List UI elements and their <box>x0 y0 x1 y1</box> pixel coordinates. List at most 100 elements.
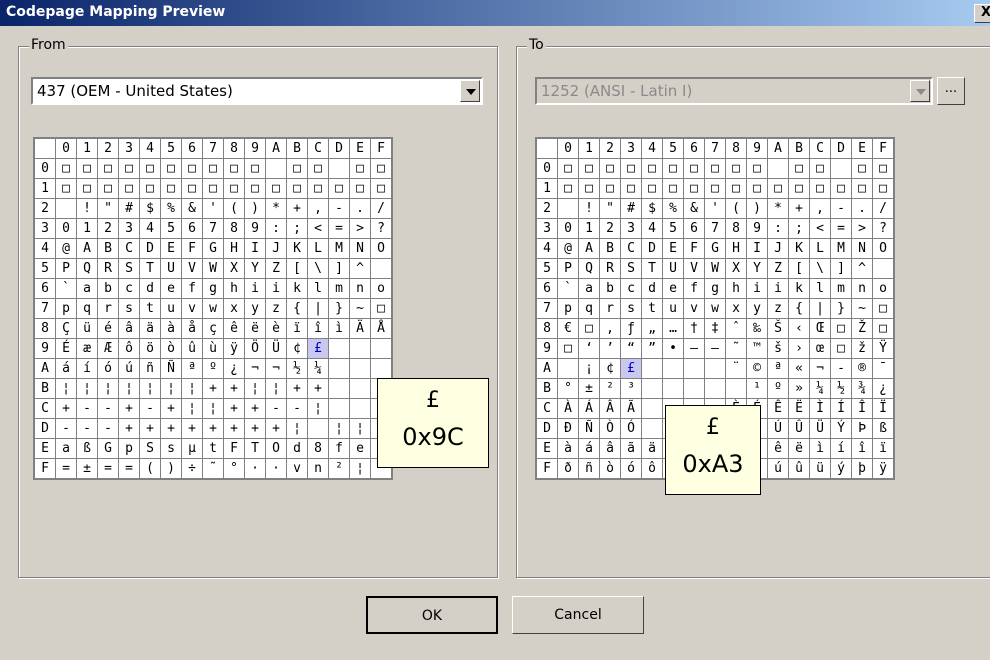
to-char-cell[interactable]: 2 <box>599 218 621 239</box>
from-char-cell[interactable]: + <box>223 418 245 439</box>
from-char-cell[interactable]: 8 <box>223 218 245 239</box>
to-char-cell[interactable]: Ó <box>620 418 642 439</box>
from-char-cell[interactable]: 1 <box>76 218 98 239</box>
to-char-cell[interactable]: k <box>788 278 810 299</box>
from-char-cell[interactable]: f <box>181 278 203 299</box>
to-char-cell[interactable] <box>704 358 726 379</box>
from-char-cell[interactable]: · <box>244 458 266 479</box>
to-char-cell[interactable] <box>557 198 579 219</box>
from-char-cell[interactable]: û <box>181 338 203 359</box>
from-char-cell[interactable]: ¦ <box>307 398 329 419</box>
to-char-cell[interactable]: ' <box>704 198 726 219</box>
from-char-cell[interactable]: J <box>265 238 287 259</box>
from-char-cell[interactable]: ¢ <box>286 338 308 359</box>
to-char-cell[interactable]: □ <box>830 318 852 339</box>
to-char-cell[interactable]: Ü <box>809 418 831 439</box>
to-char-cell[interactable]: ý <box>830 458 852 479</box>
from-char-cell[interactable]: ] <box>328 258 350 279</box>
from-char-cell[interactable]: □ <box>307 178 329 199</box>
from-char-cell[interactable] <box>265 158 287 179</box>
to-char-cell[interactable]: Q <box>578 258 600 279</box>
from-char-cell[interactable]: º <box>202 358 224 379</box>
to-browse-button[interactable]: ... <box>937 77 965 105</box>
from-char-cell[interactable]: 3 <box>118 218 140 239</box>
to-char-cell[interactable]: Ñ <box>578 418 600 439</box>
from-char-cell[interactable]: 8 <box>307 438 329 459</box>
from-char-cell[interactable]: % <box>160 198 182 219</box>
to-char-cell[interactable]: › <box>788 338 810 359</box>
from-char-cell[interactable]: ¦ <box>76 378 98 399</box>
from-char-cell[interactable]: ± <box>76 458 98 479</box>
from-char-cell[interactable]: Z <box>265 258 287 279</box>
to-char-cell[interactable]: L <box>809 238 831 259</box>
to-char-cell[interactable]: ^ <box>851 258 873 279</box>
to-char-cell[interactable]: ô <box>641 458 663 479</box>
from-char-cell[interactable]: ` <box>55 278 77 299</box>
from-char-cell[interactable]: " <box>97 198 119 219</box>
to-char-cell[interactable]: , <box>599 318 621 339</box>
to-char-cell[interactable] <box>767 158 789 179</box>
from-char-cell[interactable]: + <box>55 398 77 419</box>
to-char-cell[interactable]: < <box>809 218 831 239</box>
from-char-cell[interactable]: 5 <box>160 218 182 239</box>
from-char-cell[interactable]: @ <box>55 238 77 259</box>
to-char-cell[interactable]: b <box>599 278 621 299</box>
to-char-cell[interactable]: Â <box>599 398 621 419</box>
to-char-cell[interactable]: â <box>599 438 621 459</box>
to-char-cell[interactable]: / <box>872 198 894 219</box>
from-char-cell[interactable]: µ <box>181 438 203 459</box>
to-char-cell[interactable]: [ <box>788 258 810 279</box>
from-char-cell[interactable]: □ <box>160 178 182 199</box>
from-char-cell[interactable]: S <box>118 258 140 279</box>
to-char-cell[interactable]: ² <box>599 378 621 399</box>
to-char-cell[interactable]: B <box>599 238 621 259</box>
to-char-cell[interactable]: □ <box>746 158 768 179</box>
from-char-cell[interactable] <box>328 338 350 359</box>
to-char-cell[interactable]: c <box>620 278 642 299</box>
to-char-cell[interactable]: ¾ <box>851 378 873 399</box>
from-char-cell[interactable]: \ <box>307 258 329 279</box>
from-char-cell[interactable]: □ <box>244 178 266 199</box>
from-char-cell[interactable]: U <box>160 258 182 279</box>
from-char-cell[interactable]: S <box>139 438 161 459</box>
to-char-cell[interactable]: □ <box>578 158 600 179</box>
from-char-cell[interactable]: Ç <box>55 318 77 339</box>
from-char-cell[interactable]: - <box>139 398 161 419</box>
from-char-cell[interactable]: + <box>244 398 266 419</box>
to-char-cell[interactable]: o <box>872 278 894 299</box>
from-char-cell[interactable]: ¼ <box>307 358 329 379</box>
ok-button[interactable]: OK <box>366 596 498 634</box>
to-char-cell[interactable]: Œ <box>809 318 831 339</box>
to-char-cell[interactable]: □ <box>662 158 684 179</box>
to-char-cell[interactable]: À <box>557 398 579 419</box>
from-char-cell[interactable]: G <box>202 238 224 259</box>
from-char-cell[interactable]: : <box>265 218 287 239</box>
from-char-cell[interactable]: é <box>97 318 119 339</box>
to-char-cell[interactable]: J <box>767 238 789 259</box>
from-char-cell[interactable]: a <box>55 438 77 459</box>
to-char-cell[interactable]: » <box>788 378 810 399</box>
to-char-cell[interactable]: □ <box>641 178 663 199</box>
to-char-cell[interactable]: þ <box>851 458 873 479</box>
from-char-cell[interactable]: 0 <box>55 218 77 239</box>
to-char-cell[interactable]: Ý <box>830 418 852 439</box>
from-char-cell[interactable]: ( <box>223 198 245 219</box>
from-char-cell[interactable]: c <box>118 278 140 299</box>
from-char-cell[interactable]: l <box>307 278 329 299</box>
from-char-cell[interactable]: □ <box>55 178 77 199</box>
from-char-cell[interactable]: î <box>307 318 329 339</box>
to-char-cell[interactable]: — <box>704 338 726 359</box>
to-char-cell[interactable]: □ <box>809 178 831 199</box>
from-char-cell[interactable]: F <box>223 438 245 459</box>
to-char-cell[interactable]: û <box>788 458 810 479</box>
to-char-cell[interactable]: 5 <box>662 218 684 239</box>
from-char-cell[interactable]: Ü <box>265 338 287 359</box>
from-char-cell[interactable] <box>349 358 371 379</box>
from-char-cell[interactable]: ó <box>97 358 119 379</box>
from-char-cell[interactable]: í <box>76 358 98 379</box>
from-char-cell[interactable]: v <box>286 458 308 479</box>
to-char-cell[interactable]: □ <box>746 178 768 199</box>
from-char-cell[interactable]: □ <box>97 158 119 179</box>
to-char-cell[interactable]: Ÿ <box>872 338 894 359</box>
from-char-cell[interactable]: + <box>307 378 329 399</box>
